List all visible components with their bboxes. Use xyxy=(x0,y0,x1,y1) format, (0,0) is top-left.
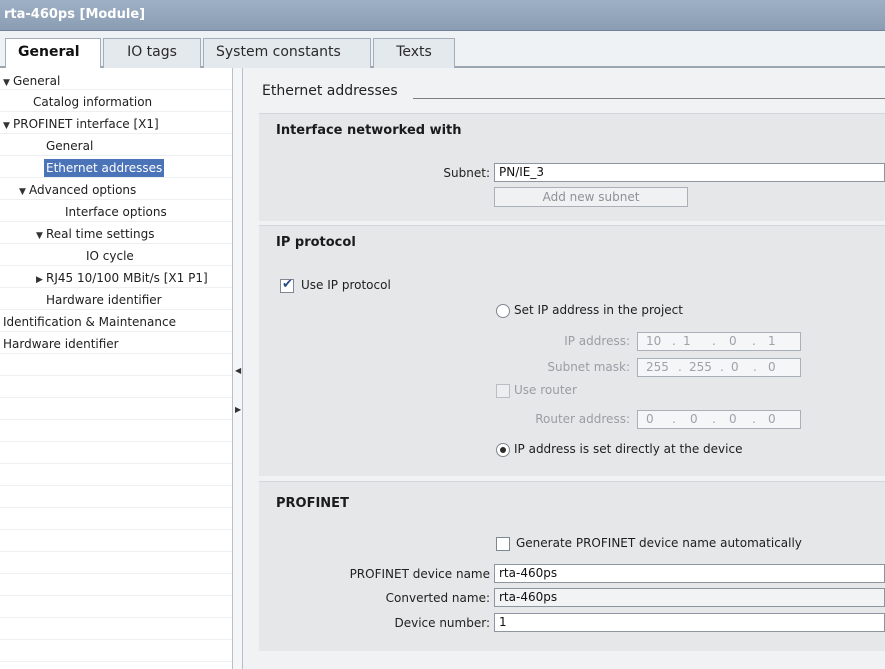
radio-selected-dot xyxy=(500,447,506,453)
ip-address-field[interactable]: 10 . 1 . 0 . 1 xyxy=(637,332,801,351)
tree-item-label: RJ45 10/100 MBit/s [X1 P1] xyxy=(46,271,208,285)
mask-octet: 255 xyxy=(689,360,712,374)
properties-content: Ethernet addresses Interface networked w… xyxy=(243,68,885,669)
tab-system-constants[interactable]: System constants xyxy=(203,38,371,68)
tree-item-ethernet-addresses[interactable]: Ethernet addresses xyxy=(44,159,165,177)
mask-octet: 0 xyxy=(731,360,739,374)
mask-octet: 255 xyxy=(646,360,669,374)
section-divider xyxy=(413,98,885,99)
expand-right-icon[interactable]: ▶ xyxy=(235,405,241,414)
tree-item-advanced-options[interactable]: ▼ Advanced options xyxy=(19,181,136,199)
tree-item-interface-options[interactable]: Interface options xyxy=(65,203,167,221)
ip-protocol-panel: IP protocol ✔ Use IP protocol Set IP add… xyxy=(259,225,885,476)
tab-bar: General IO tags System constants Texts xyxy=(0,31,885,70)
generate-device-name-checkbox[interactable] xyxy=(496,537,510,551)
expanded-arrow-icon[interactable]: ▼ xyxy=(3,74,13,92)
expanded-arrow-icon[interactable]: ▼ xyxy=(36,227,46,245)
interface-panel-title: Interface networked with xyxy=(276,123,462,138)
device-number-label: Device number: xyxy=(394,616,490,630)
add-new-subnet-button[interactable]: Add new subnet xyxy=(494,187,688,207)
router-octet: 0 xyxy=(690,412,698,426)
device-name-label: PROFINET device name xyxy=(349,567,490,581)
collapsed-arrow-icon[interactable]: ▶ xyxy=(36,271,46,289)
tree-item-rj45-port[interactable]: ▶ RJ45 10/100 MBit/s [X1 P1] xyxy=(36,269,208,287)
ip-octet: 1 xyxy=(683,334,691,348)
subnet-mask-field[interactable]: 255 . 255 . 0 . 0 xyxy=(637,358,801,377)
set-ip-in-project-radio[interactable] xyxy=(496,304,510,318)
router-octet: 0 xyxy=(646,412,654,426)
tree-item-identification-maintenance[interactable]: Identification & Maintenance xyxy=(3,313,176,331)
device-number-input[interactable]: 1 xyxy=(494,613,885,632)
ip-octet: 0 xyxy=(729,334,737,348)
expanded-arrow-icon[interactable]: ▼ xyxy=(3,117,13,135)
tree-item-catalog-information[interactable]: Catalog information xyxy=(33,93,152,111)
mask-octet: 0 xyxy=(768,360,776,374)
use-router-label: Use router xyxy=(514,383,577,397)
tree-item-label: Advanced options xyxy=(29,183,137,197)
router-address-field[interactable]: 0 . 0 . 0 . 0 xyxy=(637,410,801,429)
profinet-panel-title: PROFINET xyxy=(276,496,349,511)
interface-networked-panel: Interface networked with Subnet: PN/IE_3… xyxy=(259,113,885,221)
expanded-arrow-icon[interactable]: ▼ xyxy=(19,183,29,201)
window-title: rta-460ps [Module] xyxy=(4,7,146,22)
generate-device-name-label: Generate PROFINET device name automatica… xyxy=(516,536,802,550)
profinet-panel: PROFINET Generate PROFINET device name a… xyxy=(259,481,885,651)
tree-item-interface-hardware-identifier[interactable]: Hardware identifier xyxy=(46,291,162,309)
subnet-select[interactable]: PN/IE_3 xyxy=(494,163,885,182)
tree-item-label: PROFINET interface [X1] xyxy=(13,117,159,131)
tree-item-io-cycle[interactable]: IO cycle xyxy=(86,247,134,265)
ip-set-directly-label: IP address is set directly at the device xyxy=(514,442,743,456)
set-ip-in-project-label: Set IP address in the project xyxy=(514,303,683,317)
subnet-label: Subnet: xyxy=(443,166,490,180)
tree-item-interface-general[interactable]: General xyxy=(46,137,93,155)
ip-set-directly-radio[interactable] xyxy=(496,443,510,457)
use-router-checkbox[interactable] xyxy=(496,384,510,398)
tree-item-label: Real time settings xyxy=(46,227,155,241)
tree-item-profinet-interface[interactable]: ▼ PROFINET interface [X1] xyxy=(3,115,159,133)
ip-octet: 1 xyxy=(768,334,776,348)
tree-item-label: General xyxy=(13,74,61,88)
panel-splitter[interactable]: ◀ ▶ xyxy=(232,68,243,669)
window-title-bar: rta-460ps [Module] xyxy=(0,0,885,31)
use-ip-protocol-label: Use IP protocol xyxy=(301,278,391,292)
ip-octet: 10 xyxy=(646,334,662,348)
checkmark-icon: ✔ xyxy=(282,277,293,292)
subnet-mask-label: Subnet mask: xyxy=(547,360,630,374)
tree-item-real-time-settings[interactable]: ▼ Real time settings xyxy=(36,225,154,243)
tab-general[interactable]: General xyxy=(5,38,101,70)
section-title: Ethernet addresses xyxy=(262,83,398,99)
ip-panel-title: IP protocol xyxy=(276,235,356,250)
ip-address-label: IP address: xyxy=(564,334,630,348)
device-name-input[interactable]: rta-460ps xyxy=(494,564,885,583)
router-octet: 0 xyxy=(768,412,776,426)
router-octet: 0 xyxy=(729,412,737,426)
tab-texts[interactable]: Texts xyxy=(373,38,455,68)
tree-item-hardware-identifier[interactable]: Hardware identifier xyxy=(3,335,119,353)
converted-name-field: rta-460ps xyxy=(494,588,885,607)
router-address-label: Router address: xyxy=(535,412,630,426)
navigation-tree: ▼ General Catalog information ▼ PROFINET i… xyxy=(0,68,232,669)
tab-io-tags[interactable]: IO tags xyxy=(103,38,201,68)
use-ip-protocol-checkbox[interactable]: ✔ xyxy=(280,277,294,293)
collapse-left-icon[interactable]: ◀ xyxy=(235,366,241,375)
converted-name-label: Converted name: xyxy=(385,591,490,605)
tree-item-general[interactable]: ▼ General xyxy=(3,72,60,90)
